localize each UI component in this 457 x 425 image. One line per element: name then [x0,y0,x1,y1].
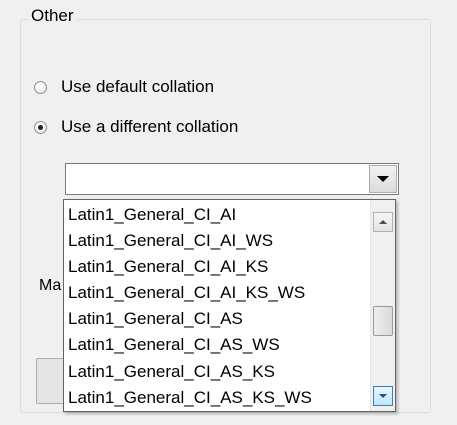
collation-list-item[interactable]: Latin1_General_CI_AS [64,306,369,332]
scroll-up-icon [379,220,387,224]
collation-list-item[interactable]: Latin1_General_CI_AS_WS [64,332,369,358]
collation-list-item[interactable]: Latin1_General_CI_AI [64,202,369,228]
collation-list-item[interactable]: Latin1_General_CI_AI_WS [64,228,369,254]
scrollbar-thumb[interactable] [373,306,393,336]
scroll-down-button[interactable] [373,386,393,406]
scroll-up-button[interactable] [373,212,393,232]
groupbox-title: Other [28,6,77,26]
collation-list-item[interactable]: Latin1_General_CI_AI_KS_WS [64,280,369,306]
radio-different-collation-label: Use a different collation [61,117,239,136]
radio-different-collation[interactable] [34,120,47,134]
collation-list-item[interactable]: Latin1_General_CI_AS_KS [64,359,369,385]
use-default-collation-option[interactable]: Use default collation [34,76,214,98]
collation-list-item[interactable]: Latin1_General_CI_AI_KS [64,254,369,280]
vertical-scrollbar[interactable] [370,200,395,411]
chevron-down-icon [377,176,389,182]
use-different-collation-option[interactable]: Use a different collation [34,116,238,138]
collation-options: Latin1_General_CI_AI Latin1_General_CI_AI… [64,202,369,411]
collation-dropdown-list[interactable]: Latin1_General_CI_AI Latin1_General_CI_AI… [63,199,396,412]
partial-background-label: Ma [39,277,62,294]
radio-default-collation-label: Use default collation [61,77,215,96]
collation-combobox[interactable] [65,163,399,195]
combobox-dropdown-button[interactable] [369,165,397,193]
collation-list-item[interactable]: Latin1_General_CI_AS_KS_WS [64,385,369,411]
scroll-down-icon [379,394,387,398]
radio-default-collation[interactable] [34,80,47,94]
